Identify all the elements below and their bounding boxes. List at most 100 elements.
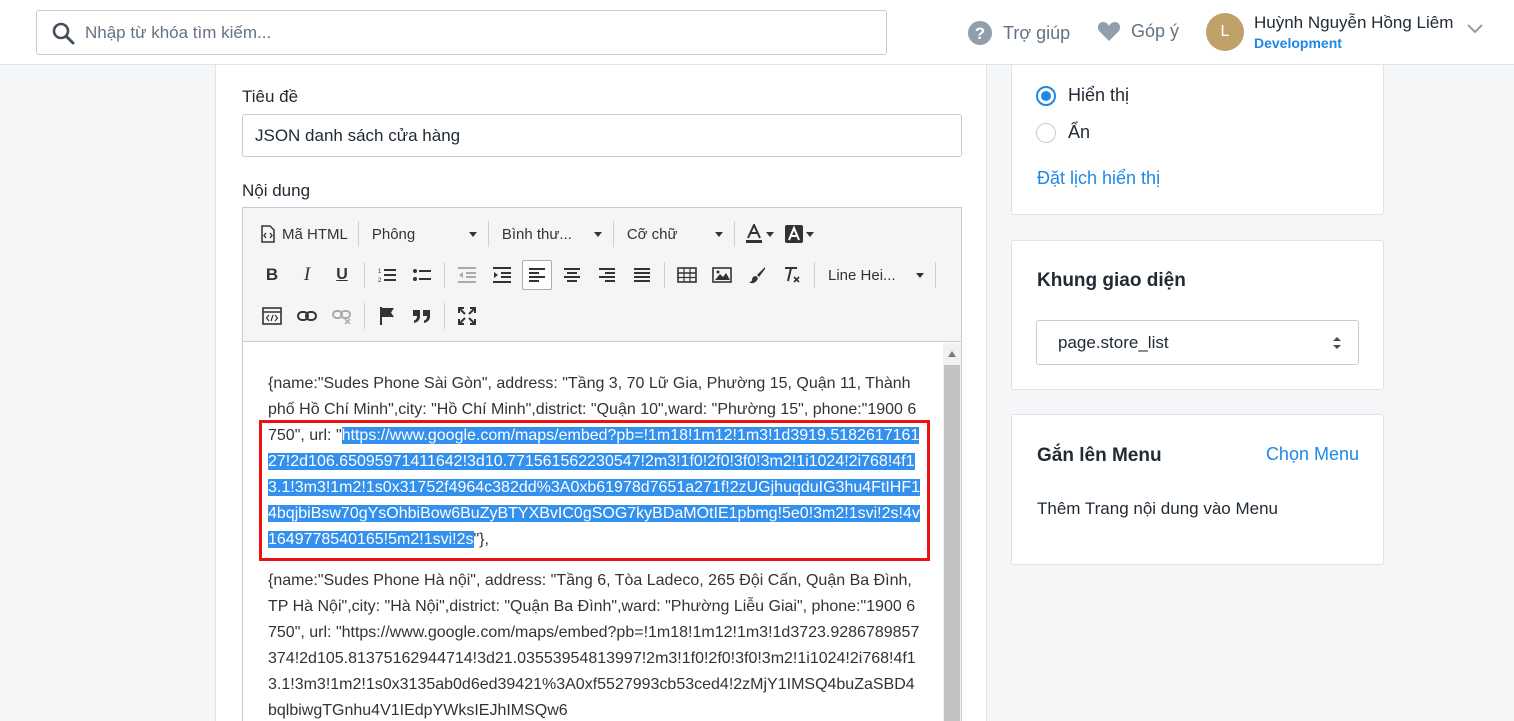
store-json-entry: {name:"Sudes Phone Sài Gòn", address: "T… — [268, 371, 923, 553]
visibility-show-label: Hiển thị — [1068, 85, 1130, 105]
schedule-visibility-link[interactable]: Đặt lịch hiển thị — [1037, 168, 1160, 189]
indent-icon — [493, 267, 511, 283]
underline-button[interactable]: U — [327, 260, 357, 290]
content-text: "}, — [473, 531, 489, 548]
editor-content-area[interactable]: {name:"Sudes Phone Sài Gòn", address: "T… — [243, 343, 943, 721]
font-color-button[interactable] — [742, 219, 777, 249]
align-left-icon — [529, 268, 545, 282]
svg-text:1: 1 — [378, 269, 382, 275]
search-icon — [52, 22, 75, 44]
font-family-dropdown[interactable]: Phông — [366, 219, 481, 249]
caret-down-icon — [765, 231, 774, 237]
feedback-label: Góp ý — [1131, 20, 1180, 41]
visibility-hide-label: Ẩn — [1068, 122, 1091, 142]
search-box[interactable] — [36, 10, 887, 55]
feedback-link[interactable]: Góp ý — [1097, 20, 1179, 42]
user-menu[interactable]: L Huỳnh Nguyễn Hồng Liêm Development — [1206, 13, 1484, 51]
italic-button[interactable]: I — [292, 260, 322, 290]
align-justify-button[interactable] — [627, 260, 657, 290]
fullscreen-icon — [458, 307, 476, 325]
search-input[interactable] — [85, 22, 845, 43]
visibility-hide-option[interactable]: Ẩn — [1036, 122, 1090, 143]
caret-down-icon — [593, 231, 602, 237]
svg-text:?: ? — [975, 24, 985, 43]
rich-text-editor: Mã HTML Phông Bình thư... Cỡ chữ B I U 1… — [242, 207, 962, 721]
caret-down-icon — [468, 231, 477, 237]
align-justify-icon — [634, 268, 650, 282]
store-json-entry: {name:"Sudes Phone Hà nội", address: "Tầ… — [268, 572, 920, 719]
align-center-icon — [564, 268, 580, 282]
insert-image-button[interactable] — [707, 260, 737, 290]
radio-selected[interactable] — [1036, 85, 1056, 106]
flag-icon — [380, 307, 394, 325]
font-size-dropdown[interactable]: Cỡ chữ — [621, 219, 727, 249]
caret-down-icon — [805, 231, 814, 237]
anchor-button[interactable] — [372, 301, 402, 331]
outdent-button[interactable] — [452, 260, 482, 290]
chevron-down-icon — [1467, 24, 1484, 34]
table-icon — [677, 267, 697, 283]
bold-icon: B — [265, 265, 279, 284]
help-icon: ? — [968, 21, 992, 45]
html-source-button[interactable]: Mã HTML — [257, 219, 351, 249]
select-arrows-icon — [1333, 337, 1341, 349]
font-size-label: Cỡ chữ — [626, 225, 678, 243]
indent-button[interactable] — [487, 260, 517, 290]
choose-menu-link[interactable]: Chọn Menu — [1266, 444, 1359, 465]
line-height-dropdown[interactable]: Line Hei... — [822, 260, 928, 290]
image-icon — [712, 267, 732, 283]
clear-format-icon — [785, 267, 800, 283]
avatar: L — [1206, 13, 1244, 51]
quote-icon — [413, 310, 430, 323]
menu-card: Gắn lên Menu Chọn Menu Thêm Trang nội du… — [1011, 414, 1384, 565]
underline-icon: U — [336, 266, 348, 283]
ordered-list-button[interactable]: 12 — [372, 260, 402, 290]
template-card: Khung giao diện page.store_list — [1011, 240, 1384, 390]
fullscreen-button[interactable] — [452, 301, 482, 331]
code-view-button[interactable] — [257, 301, 287, 331]
align-left-button[interactable] — [522, 260, 552, 290]
caret-down-icon — [916, 272, 924, 278]
menu-title: Gắn lên Menu — [1037, 445, 1162, 466]
editor-scrollbar[interactable] — [943, 343, 961, 721]
help-link[interactable]: ? Trợ giúp — [967, 20, 1070, 46]
align-right-button[interactable] — [592, 260, 622, 290]
insert-link-button[interactable] — [292, 301, 322, 331]
svg-text:2: 2 — [378, 278, 382, 283]
paragraph-style-dropdown[interactable]: Bình thư... — [496, 219, 606, 249]
font-color-icon — [745, 224, 762, 243]
format-painter-button[interactable] — [742, 260, 772, 290]
ordered-list-icon: 12 — [378, 269, 396, 283]
title-input[interactable] — [242, 114, 962, 157]
line-height-label: Line Hei... — [828, 266, 896, 284]
paintbrush-icon — [749, 267, 765, 284]
clear-format-button[interactable] — [777, 260, 807, 290]
scrollbar-thumb[interactable] — [944, 365, 960, 721]
outdent-icon — [458, 267, 476, 283]
scroll-up-arrow-icon[interactable] — [948, 351, 956, 357]
code-file-icon — [261, 225, 275, 243]
html-source-label: Mã HTML — [282, 225, 348, 243]
italic-icon: I — [303, 264, 311, 285]
template-select[interactable]: page.store_list — [1036, 320, 1359, 365]
unlink-button[interactable] — [327, 301, 357, 331]
bullet-list-button[interactable] — [407, 260, 437, 290]
help-label: Trợ giúp — [1003, 22, 1071, 43]
title-label: Tiêu đề — [242, 87, 299, 106]
paragraph-style-label: Bình thư... — [501, 225, 572, 243]
heart-icon — [1097, 22, 1121, 41]
caret-down-icon — [714, 231, 723, 237]
align-right-icon — [599, 268, 615, 282]
bullet-list-icon — [413, 269, 431, 281]
selected-url-text: https://www.google.com/maps/embed?pb=!1m… — [268, 427, 921, 548]
blockquote-button[interactable] — [407, 301, 437, 331]
visibility-show-option[interactable]: Hiển thị — [1036, 85, 1129, 106]
align-center-button[interactable] — [557, 260, 587, 290]
template-title: Khung giao diện — [1037, 270, 1186, 291]
menu-description: Thêm Trang nội dung vào Menu — [1037, 499, 1278, 518]
background-color-button[interactable] — [782, 219, 817, 249]
radio-unselected[interactable] — [1036, 122, 1056, 143]
insert-table-button[interactable] — [672, 260, 702, 290]
font-family-label: Phông — [371, 225, 416, 243]
bold-button[interactable]: B — [257, 260, 287, 290]
